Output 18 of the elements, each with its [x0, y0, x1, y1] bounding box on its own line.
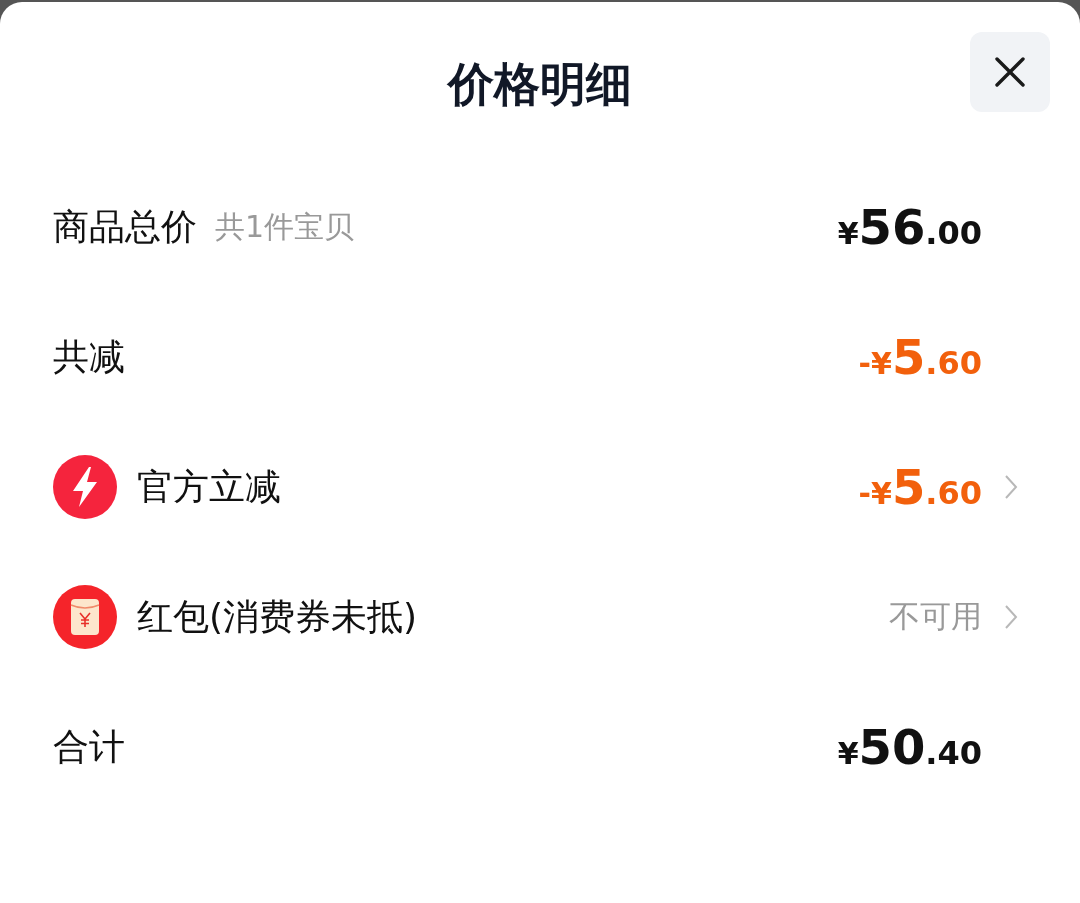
row-label: 合计 — [53, 724, 125, 769]
close-icon — [994, 56, 1026, 88]
row-label: 红包(消费券未抵) — [137, 594, 418, 639]
chevron-icon[interactable] — [1004, 474, 1018, 500]
price-amount: ¥50.40 — [837, 719, 982, 775]
row-label: 共减 — [53, 334, 125, 379]
sheet-title: 价格明细 — [448, 56, 632, 113]
envelope-icon — [53, 585, 117, 649]
chevron-icon[interactable] — [1004, 604, 1018, 630]
close-button[interactable] — [970, 32, 1050, 112]
item-count: 共1件宝贝 — [215, 207, 355, 246]
lightning-icon — [53, 455, 117, 519]
row-label: 官方立减 — [137, 464, 281, 509]
status-text: 不可用 — [889, 597, 982, 636]
row-label: 商品总价 — [53, 204, 197, 249]
price-amount: ¥56.00 — [837, 199, 982, 255]
price-amount: -¥5.60 — [858, 459, 982, 515]
price-amount: -¥5.60 — [858, 329, 982, 385]
